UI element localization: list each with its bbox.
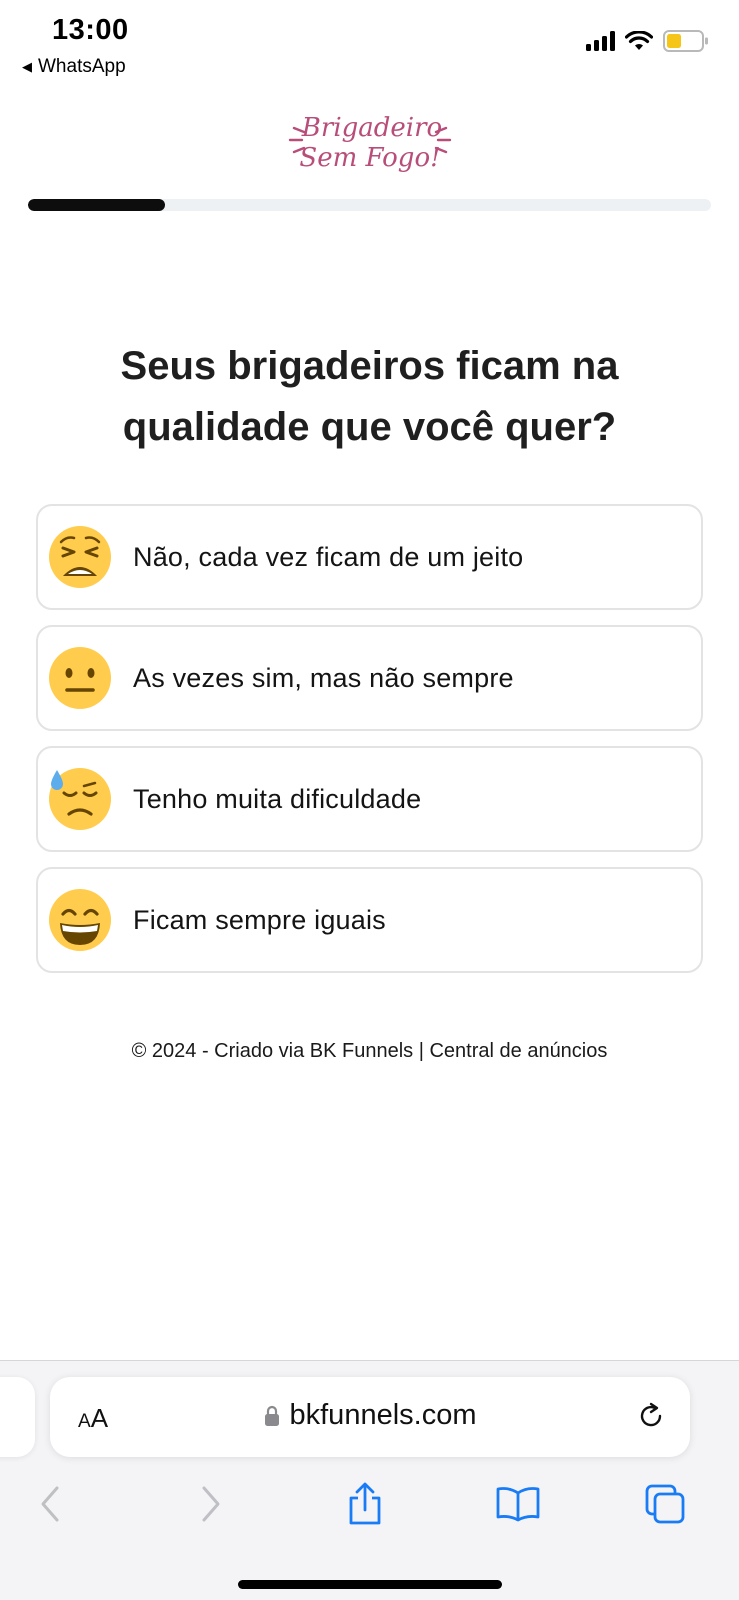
footer-copyright: © 2024 - Criado via BK Funnels [131, 1040, 414, 1062]
progress-fill [28, 199, 165, 211]
option-label: Ficam sempre iguais [133, 904, 386, 935]
footer-separator: | [418, 1040, 424, 1062]
forward-button[interactable] [185, 1479, 235, 1529]
lock-icon [264, 1405, 279, 1426]
tabs-icon [645, 1484, 685, 1524]
browser-toolbar [0, 1479, 739, 1539]
url-text: bkfunnels.com [289, 1399, 477, 1431]
svg-text:Sem Fogo!: Sem Fogo! [299, 143, 440, 173]
back-button[interactable] [26, 1479, 76, 1529]
wifi-icon [625, 30, 653, 50]
back-triangle-icon: ◀ [22, 59, 32, 74]
status-time: 13:00 [52, 14, 129, 46]
question-title: Seus brigadeiros ficam na qualidade que … [120, 344, 619, 449]
neutral-face-icon [49, 647, 111, 709]
book-icon [496, 1487, 540, 1522]
footer-ads-link[interactable]: Central de anúncios [429, 1040, 607, 1062]
quiz-progress-bar [28, 199, 711, 211]
share-button[interactable] [340, 1479, 390, 1529]
svg-text:Brigadeiro: Brigadeiro [300, 113, 441, 143]
back-app-label: WhatsApp [38, 56, 126, 77]
option-card-4[interactable]: Ficam sempre iguais [36, 867, 703, 973]
status-icons [586, 30, 709, 52]
browser-chrome: AA bkfunnels.com [0, 1360, 739, 1600]
option-label: Tenho muita dificuldade [133, 783, 422, 814]
status-bar: 13:00 ◀ WhatsApp [0, 0, 739, 90]
option-card-3[interactable]: Tenho muita dificuldade [36, 746, 703, 852]
page-footer: © 2024 - Criado via BK Funnels | Central… [0, 1040, 739, 1063]
address-bar[interactable]: AA bkfunnels.com [50, 1377, 690, 1457]
option-label: As vezes sim, mas não sempre [133, 662, 514, 693]
home-indicator[interactable] [238, 1580, 502, 1589]
chevron-left-icon [41, 1486, 59, 1522]
answer-options: Não, cada vez ficam de um jeito As vezes… [36, 504, 703, 988]
option-card-2[interactable]: As vezes sim, mas não sempre [36, 625, 703, 731]
brand-logo: Brigadeiro Sem Fogo! [0, 108, 739, 180]
share-icon [349, 1482, 381, 1525]
chevron-right-icon [202, 1486, 220, 1522]
option-card-1[interactable]: Não, cada vez ficam de um jeito [36, 504, 703, 610]
option-label: Não, cada vez ficam de um jeito [133, 541, 524, 572]
battery-icon [663, 30, 708, 52]
bookmarks-button[interactable] [493, 1479, 543, 1529]
weary-face-icon [49, 526, 111, 588]
downcast-sweat-face-icon [49, 768, 111, 830]
previous-tab-preview[interactable] [0, 1377, 35, 1457]
tabs-button[interactable] [640, 1479, 690, 1529]
reload-icon[interactable] [636, 1401, 666, 1431]
back-to-app-link[interactable]: ◀ WhatsApp [22, 56, 126, 78]
grinning-face-icon [49, 889, 111, 951]
cellular-signal-icon [586, 31, 615, 51]
url-display[interactable]: bkfunnels.com [50, 1399, 690, 1432]
